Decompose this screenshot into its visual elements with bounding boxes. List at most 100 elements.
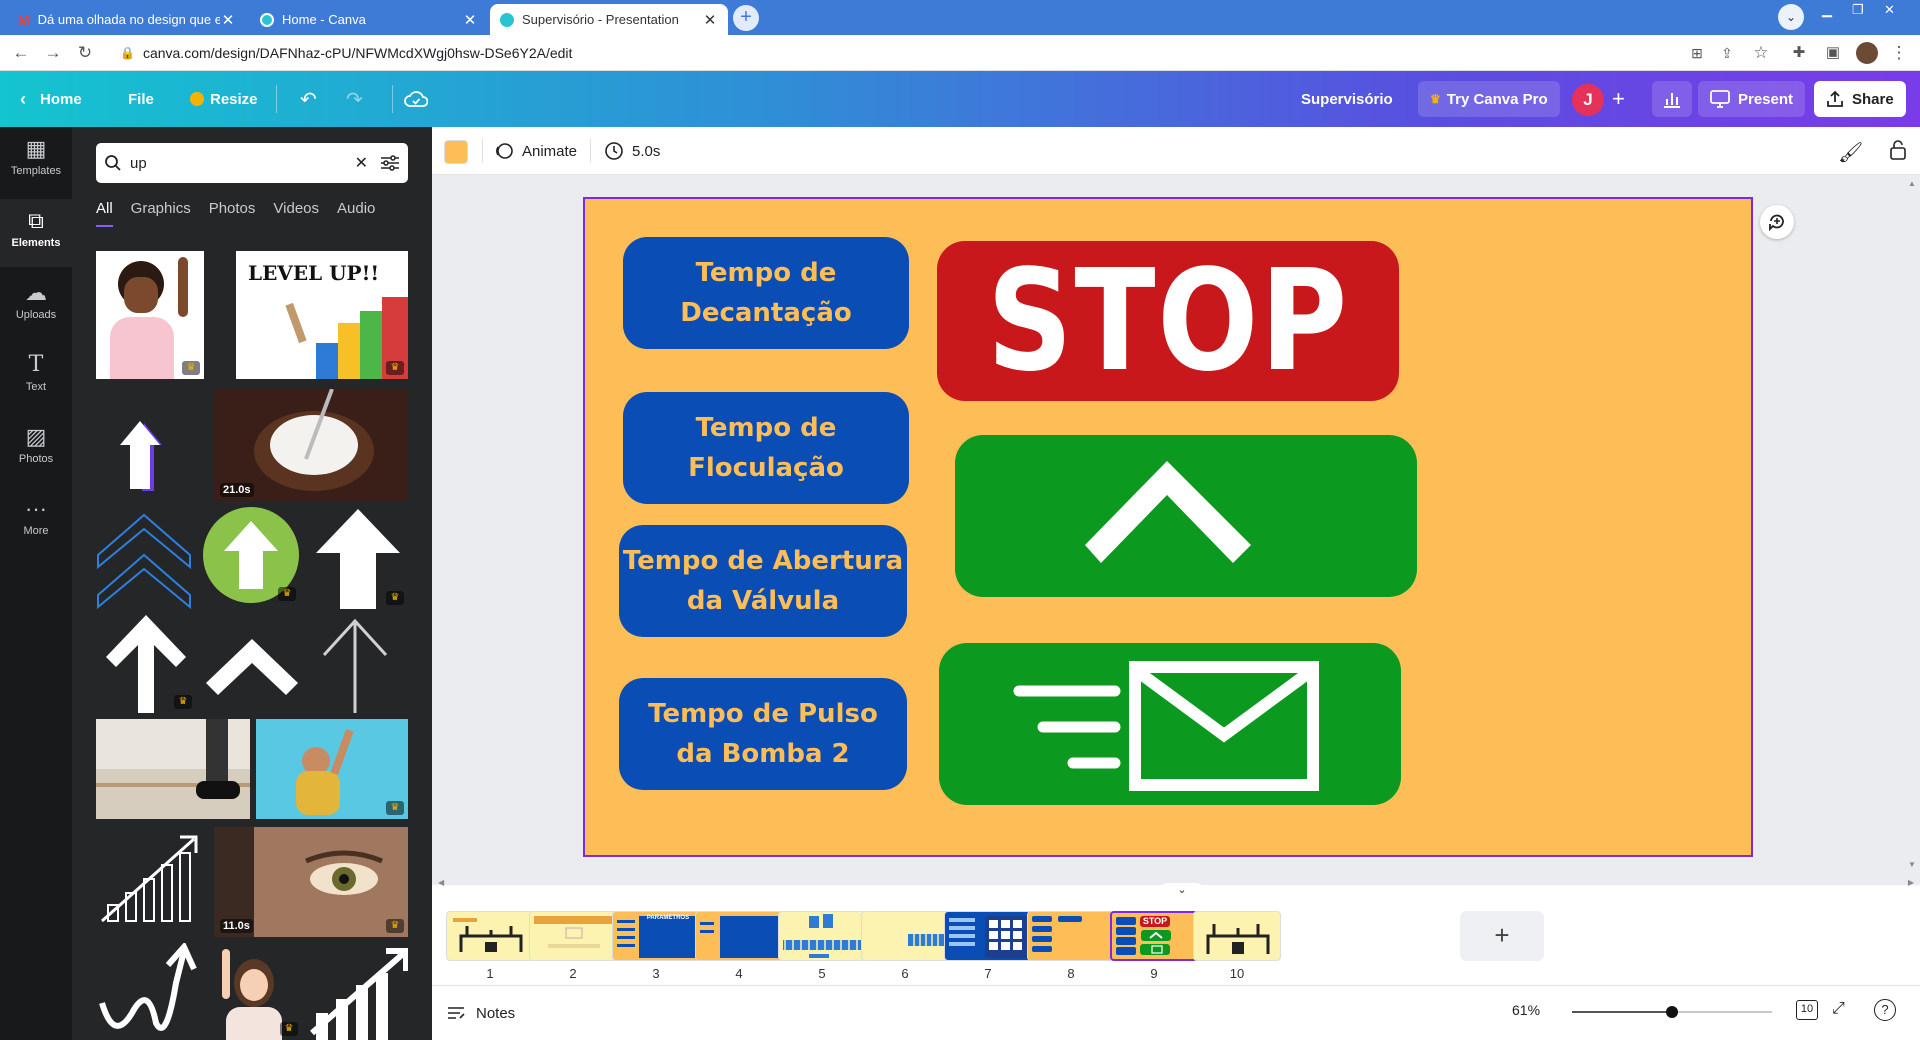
kid-pointing-up-image[interactable]: ♛ bbox=[96, 251, 204, 379]
tab-videos[interactable]: Videos bbox=[273, 197, 319, 227]
stairs-step-photo[interactable] bbox=[96, 719, 250, 819]
rail-item-elements[interactable]: ⧉ Elements bbox=[0, 199, 72, 267]
menu-kebab-icon[interactable]: ⋮ bbox=[1888, 42, 1910, 64]
sidepanel-icon[interactable]: ▣ bbox=[1822, 42, 1844, 64]
slide-canvas[interactable]: Tempo de Decantação Tempo de Floculação Te… bbox=[583, 197, 1753, 857]
page-thumbnail[interactable] bbox=[529, 911, 617, 961]
page-thumbnail[interactable] bbox=[944, 911, 1032, 961]
page-thumbnail[interactable] bbox=[778, 911, 866, 961]
duration-button[interactable]: 5.0s bbox=[604, 139, 660, 163]
bookmark-star-icon[interactable]: ☆ bbox=[1750, 42, 1772, 64]
paint-format-icon[interactable]: 🖌 bbox=[1838, 140, 1863, 165]
zoom-slider[interactable] bbox=[1572, 1004, 1772, 1020]
rail-item-more[interactable]: ··· More bbox=[0, 487, 72, 555]
undo-button[interactable]: ↶ bbox=[300, 71, 317, 127]
share-page-icon[interactable]: ⇪ bbox=[1716, 42, 1738, 64]
arrow-up-white-purple-graphic[interactable] bbox=[96, 393, 220, 505]
coconut-video[interactable]: 21.0s bbox=[214, 389, 408, 501]
notes-button[interactable]: Notes bbox=[446, 1002, 515, 1024]
resize-button[interactable]: Resize bbox=[190, 71, 258, 127]
insights-button[interactable] bbox=[1652, 81, 1692, 117]
rail-item-photos[interactable]: ▨ Photos bbox=[0, 415, 72, 483]
chevron-up-graphic[interactable] bbox=[202, 625, 302, 705]
tab-all[interactable]: All bbox=[96, 197, 113, 227]
rail-item-uploads[interactable]: ☁ Uploads bbox=[0, 271, 72, 339]
browser-tab-home-canva[interactable]: Home - Canva ✕ bbox=[250, 4, 488, 35]
page-thumbnail-active[interactable]: STOP bbox=[1110, 911, 1198, 961]
close-icon[interactable]: ✕ bbox=[462, 11, 478, 29]
send-mail-button-box[interactable] bbox=[939, 643, 1401, 805]
green-circle-arrow-up-graphic[interactable]: ♛ bbox=[202, 505, 300, 605]
share-button[interactable]: Share bbox=[1814, 81, 1906, 117]
level-up-graphic[interactable]: LEVEL UP!! ♛ bbox=[236, 251, 408, 379]
eye-closeup-video[interactable]: 11.0s ♛ bbox=[214, 827, 408, 937]
thin-arrow-up-graphic[interactable] bbox=[310, 613, 400, 713]
search-input[interactable]: up ✕ bbox=[96, 143, 408, 183]
home-link[interactable]: ‹ Home bbox=[20, 71, 82, 127]
zoom-slider-thumb[interactable] bbox=[1666, 1006, 1678, 1018]
close-window-icon[interactable]: ✕ bbox=[1884, 2, 1895, 18]
wavy-arrow-up-graphic[interactable] bbox=[96, 943, 200, 1040]
extensions-icon[interactable]: ✚ bbox=[1788, 42, 1810, 64]
rail-item-templates[interactable]: ▦ Templates bbox=[0, 127, 72, 195]
animate-button[interactable]: Animate bbox=[494, 139, 577, 163]
divider bbox=[590, 139, 591, 163]
invite-button[interactable]: + bbox=[1612, 71, 1625, 127]
pill-tempo-pulso-bomba[interactable]: Tempo de Pulso da Bomba 2 bbox=[619, 678, 907, 790]
address-bar[interactable]: 🔒 canva.com/design/DAFNhaz-cPU/NFWMcdXWg… bbox=[120, 42, 572, 64]
fullscreen-icon[interactable]: ⤢ bbox=[1832, 1000, 1845, 1018]
pill-tempo-floculacao[interactable]: Tempo de Floculação bbox=[623, 392, 909, 504]
clear-search-icon[interactable]: ✕ bbox=[355, 153, 368, 173]
chevron-up-button-box[interactable] bbox=[955, 435, 1417, 597]
page-thumbnail[interactable] bbox=[695, 911, 783, 961]
lock-icon[interactable] bbox=[1888, 139, 1908, 161]
growth-chart-arrow-graphic[interactable] bbox=[96, 827, 200, 927]
grid-view-button[interactable]: 10 bbox=[1796, 1000, 1818, 1020]
redo-button[interactable]: ↷ bbox=[346, 71, 363, 127]
file-menu[interactable]: File bbox=[128, 71, 154, 127]
restore-icon[interactable]: ❐ bbox=[1852, 2, 1864, 18]
stop-sign-box[interactable]: STOP bbox=[937, 241, 1399, 401]
browser-tab-gmail[interactable]: M Dá uma olhada no design que eu ✕ bbox=[8, 4, 246, 35]
vertical-scrollbar[interactable]: ▲ ▼ bbox=[1908, 179, 1918, 869]
tab-audio[interactable]: Audio bbox=[337, 197, 375, 227]
zoom-percent[interactable]: 61% bbox=[1512, 1002, 1540, 1018]
design-title[interactable]: Supervisório bbox=[1301, 71, 1393, 127]
page-thumbnail[interactable] bbox=[446, 911, 534, 961]
help-icon[interactable]: ? bbox=[1874, 999, 1896, 1021]
back-icon[interactable]: ← bbox=[10, 42, 32, 64]
bold-arrow-up-graphic[interactable]: ♛ bbox=[308, 505, 408, 609]
browser-tab-supervisorio[interactable]: Supervisório - Presentation ✕ bbox=[490, 4, 728, 35]
close-icon[interactable]: ✕ bbox=[220, 11, 236, 29]
tab-search-button[interactable]: ⌄ bbox=[1778, 4, 1804, 30]
double-chevron-outline-graphic[interactable] bbox=[96, 505, 192, 613]
user-avatar[interactable]: J bbox=[1572, 84, 1604, 116]
filter-sliders-icon[interactable] bbox=[380, 154, 400, 172]
profile-avatar[interactable] bbox=[1856, 42, 1878, 64]
page-thumbnail[interactable] bbox=[1027, 911, 1115, 961]
try-canva-pro-button[interactable]: ♛ Try Canva Pro bbox=[1418, 81, 1560, 117]
tab-graphics[interactable]: Graphics bbox=[131, 197, 191, 227]
pill-tempo-abertura-valvula[interactable]: Tempo de Abertura da Válvula bbox=[619, 525, 907, 637]
page-thumbnail[interactable] bbox=[861, 911, 949, 961]
new-tab-button[interactable]: + bbox=[733, 5, 759, 31]
close-icon[interactable]: ✕ bbox=[702, 11, 718, 29]
woman-pointing-up-graphic[interactable]: ♛ bbox=[208, 943, 302, 1040]
page-thumbnail[interactable]: PARAMETROS bbox=[612, 911, 700, 961]
regenerate-button[interactable] bbox=[1760, 205, 1794, 239]
translate-icon[interactable]: ⊞ bbox=[1686, 42, 1708, 64]
forward-icon[interactable]: → bbox=[42, 42, 64, 64]
rail-item-text[interactable]: T Text bbox=[0, 343, 72, 411]
reload-icon[interactable]: ↻ bbox=[74, 42, 96, 64]
man-pointing-up-photo[interactable]: ♛ bbox=[256, 719, 408, 819]
pill-tempo-decantacao[interactable]: Tempo de Decantação bbox=[623, 237, 909, 349]
arrow-up-graphic[interactable]: ♛ bbox=[96, 611, 196, 713]
page-thumbnail[interactable] bbox=[1193, 911, 1281, 961]
bar-growth-arrow-graphic[interactable] bbox=[308, 943, 408, 1040]
tab-photos[interactable]: Photos bbox=[209, 197, 256, 227]
background-color-swatch[interactable] bbox=[444, 140, 468, 164]
present-button[interactable]: Present bbox=[1698, 81, 1806, 117]
minimize-icon[interactable]: ▁ bbox=[1822, 2, 1832, 18]
add-page-button[interactable]: + bbox=[1460, 911, 1544, 961]
cloud-save-button[interactable] bbox=[404, 71, 428, 127]
